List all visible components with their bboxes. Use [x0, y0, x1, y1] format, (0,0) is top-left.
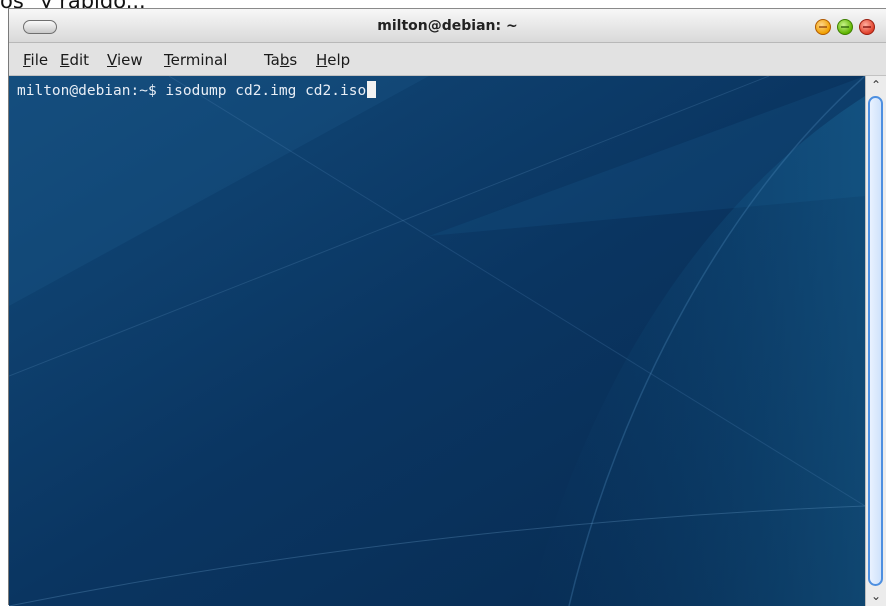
terminal-prompt: milton@debian:~$	[17, 83, 166, 99]
minimize-button[interactable]	[815, 19, 831, 35]
close-button[interactable]	[859, 19, 875, 35]
title-bar[interactable]: milton@debian: ~	[9, 9, 886, 43]
terminal-window: milton@debian: ~ File Edit View Terminal…	[8, 8, 886, 606]
menu-help[interactable]: Help	[316, 51, 350, 69]
menu-view[interactable]: View	[107, 51, 143, 69]
scroll-down-icon[interactable]: ⌄	[869, 590, 883, 602]
scroll-thumb[interactable]	[868, 96, 883, 586]
text-cursor	[367, 81, 377, 98]
maximize-button[interactable]	[837, 19, 853, 35]
terminal-line: milton@debian:~$ isodump cd2.img cd2.iso	[17, 81, 377, 99]
menu-file[interactable]: File	[23, 51, 48, 69]
vertical-scrollbar[interactable]: ⌃ ⌄	[865, 76, 886, 606]
menu-edit[interactable]: Edit	[60, 51, 89, 69]
terminal-area[interactable]: milton@debian:~$ isodump cd2.img cd2.iso	[9, 76, 865, 606]
scroll-up-icon[interactable]: ⌃	[869, 79, 883, 91]
menu-tabs[interactable]: Tabs	[264, 51, 297, 69]
window-title: milton@debian: ~	[377, 18, 518, 34]
menu-terminal[interactable]: Terminal	[164, 51, 227, 69]
menu-bar: File Edit View Terminal Tabs Help	[9, 43, 886, 76]
terminal-background	[9, 76, 865, 606]
terminal-command: isodump cd2.img cd2.iso	[165, 83, 367, 99]
